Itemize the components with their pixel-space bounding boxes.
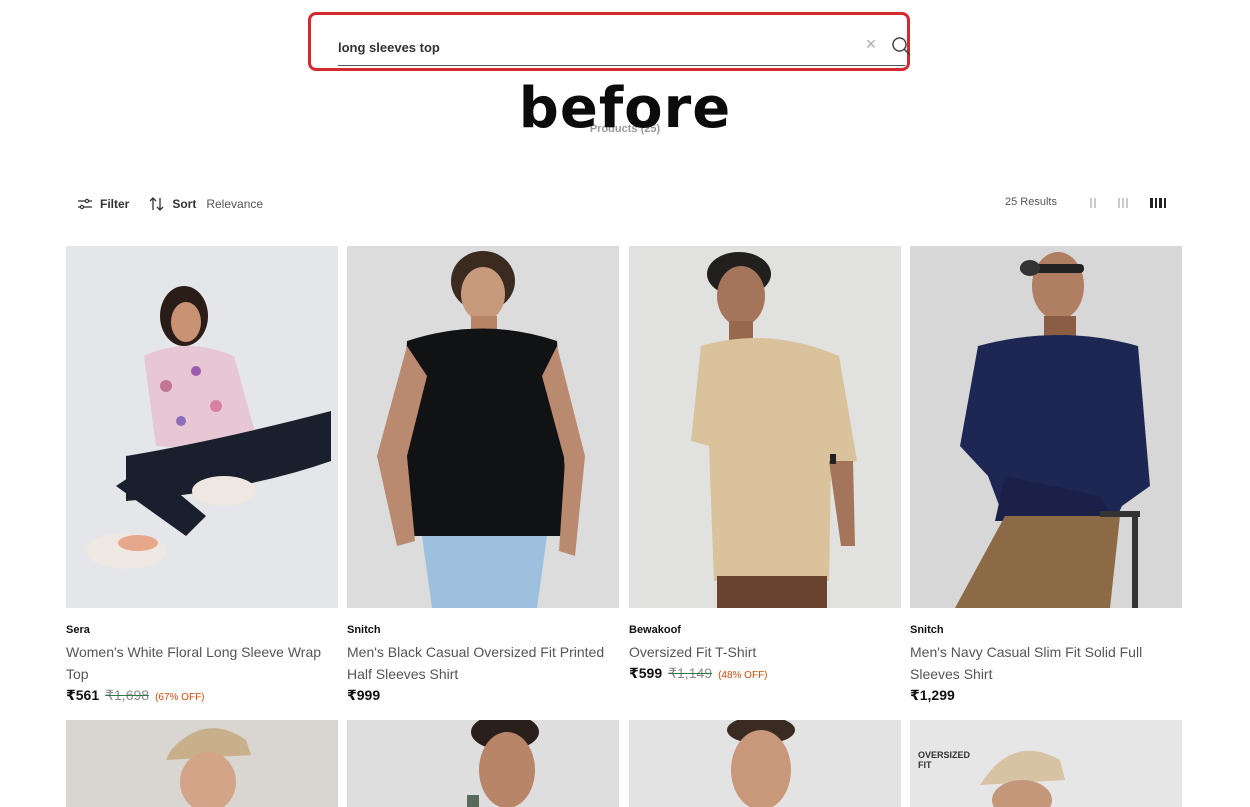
product-image[interactable]	[347, 246, 619, 608]
filter-icon	[78, 198, 92, 210]
product-discount: (48% OFF)	[718, 670, 768, 681]
results-count: 25 Results	[1005, 196, 1057, 208]
sort-button[interactable]: Sort	[149, 197, 196, 211]
product-price: ₹599	[629, 665, 663, 681]
product-brand: Sera	[66, 624, 90, 636]
product-card[interactable]: Sera Women's White Floral Long Sleeve Wr…	[66, 246, 338, 704]
product-image[interactable]	[629, 246, 901, 608]
sort-label: Sort	[172, 197, 197, 211]
sort-value[interactable]: Relevance	[206, 197, 263, 211]
product-image[interactable]: OVERSIZED FIT	[910, 720, 1182, 807]
filter-label: Filter	[100, 197, 130, 211]
product-name[interactable]: Men's Navy Casual Slim Fit Solid Full Sl…	[910, 641, 1182, 685]
product-image[interactable]	[66, 246, 338, 608]
grid-2-columns-icon[interactable]	[1090, 198, 1096, 208]
product-name[interactable]: Men's Black Casual Oversized Fit Printed…	[347, 641, 619, 685]
sort-icon	[149, 197, 164, 211]
product-image[interactable]	[629, 720, 901, 807]
product-image[interactable]	[910, 246, 1182, 608]
oversized-fit-badge: OVERSIZED FIT	[918, 750, 971, 770]
filter-button[interactable]: Filter	[77, 197, 129, 211]
product-discount: (67% OFF)	[155, 692, 205, 703]
product-card[interactable]: Bewakoof Oversized Fit T-Shirt ₹599 ₹1,1…	[629, 246, 901, 682]
product-name[interactable]: Oversized Fit T-Shirt	[629, 641, 901, 663]
product-card[interactable]: Snitch Men's Black Casual Oversized Fit …	[347, 246, 619, 704]
product-image[interactable]	[66, 720, 338, 807]
product-mrp: ₹1,149	[668, 665, 713, 681]
search-icon[interactable]	[891, 36, 911, 56]
product-price: ₹1,299	[910, 687, 955, 703]
product-brand: Snitch	[347, 624, 381, 636]
product-brand: Snitch	[910, 624, 944, 636]
search-bar: ×	[308, 12, 911, 71]
product-mrp: ₹1,698	[105, 687, 150, 703]
annotation-label: before	[518, 76, 732, 141]
product-name[interactable]: Women's White Floral Long Sleeve Wrap To…	[66, 641, 338, 685]
product-price: ₹561	[66, 687, 100, 703]
close-icon[interactable]: ×	[863, 35, 879, 53]
grid-4-columns-icon[interactable]	[1150, 198, 1166, 208]
product-card[interactable]: Snitch Men's Navy Casual Slim Fit Solid …	[910, 246, 1182, 704]
grid-3-columns-icon[interactable]	[1118, 198, 1128, 208]
product-brand: Bewakoof	[629, 624, 681, 636]
toolbar: Filter Sort Relevance	[77, 194, 263, 214]
search-underline	[338, 65, 905, 66]
product-image[interactable]	[347, 720, 619, 807]
product-price: ₹999	[347, 687, 381, 703]
search-input[interactable]	[338, 35, 858, 59]
